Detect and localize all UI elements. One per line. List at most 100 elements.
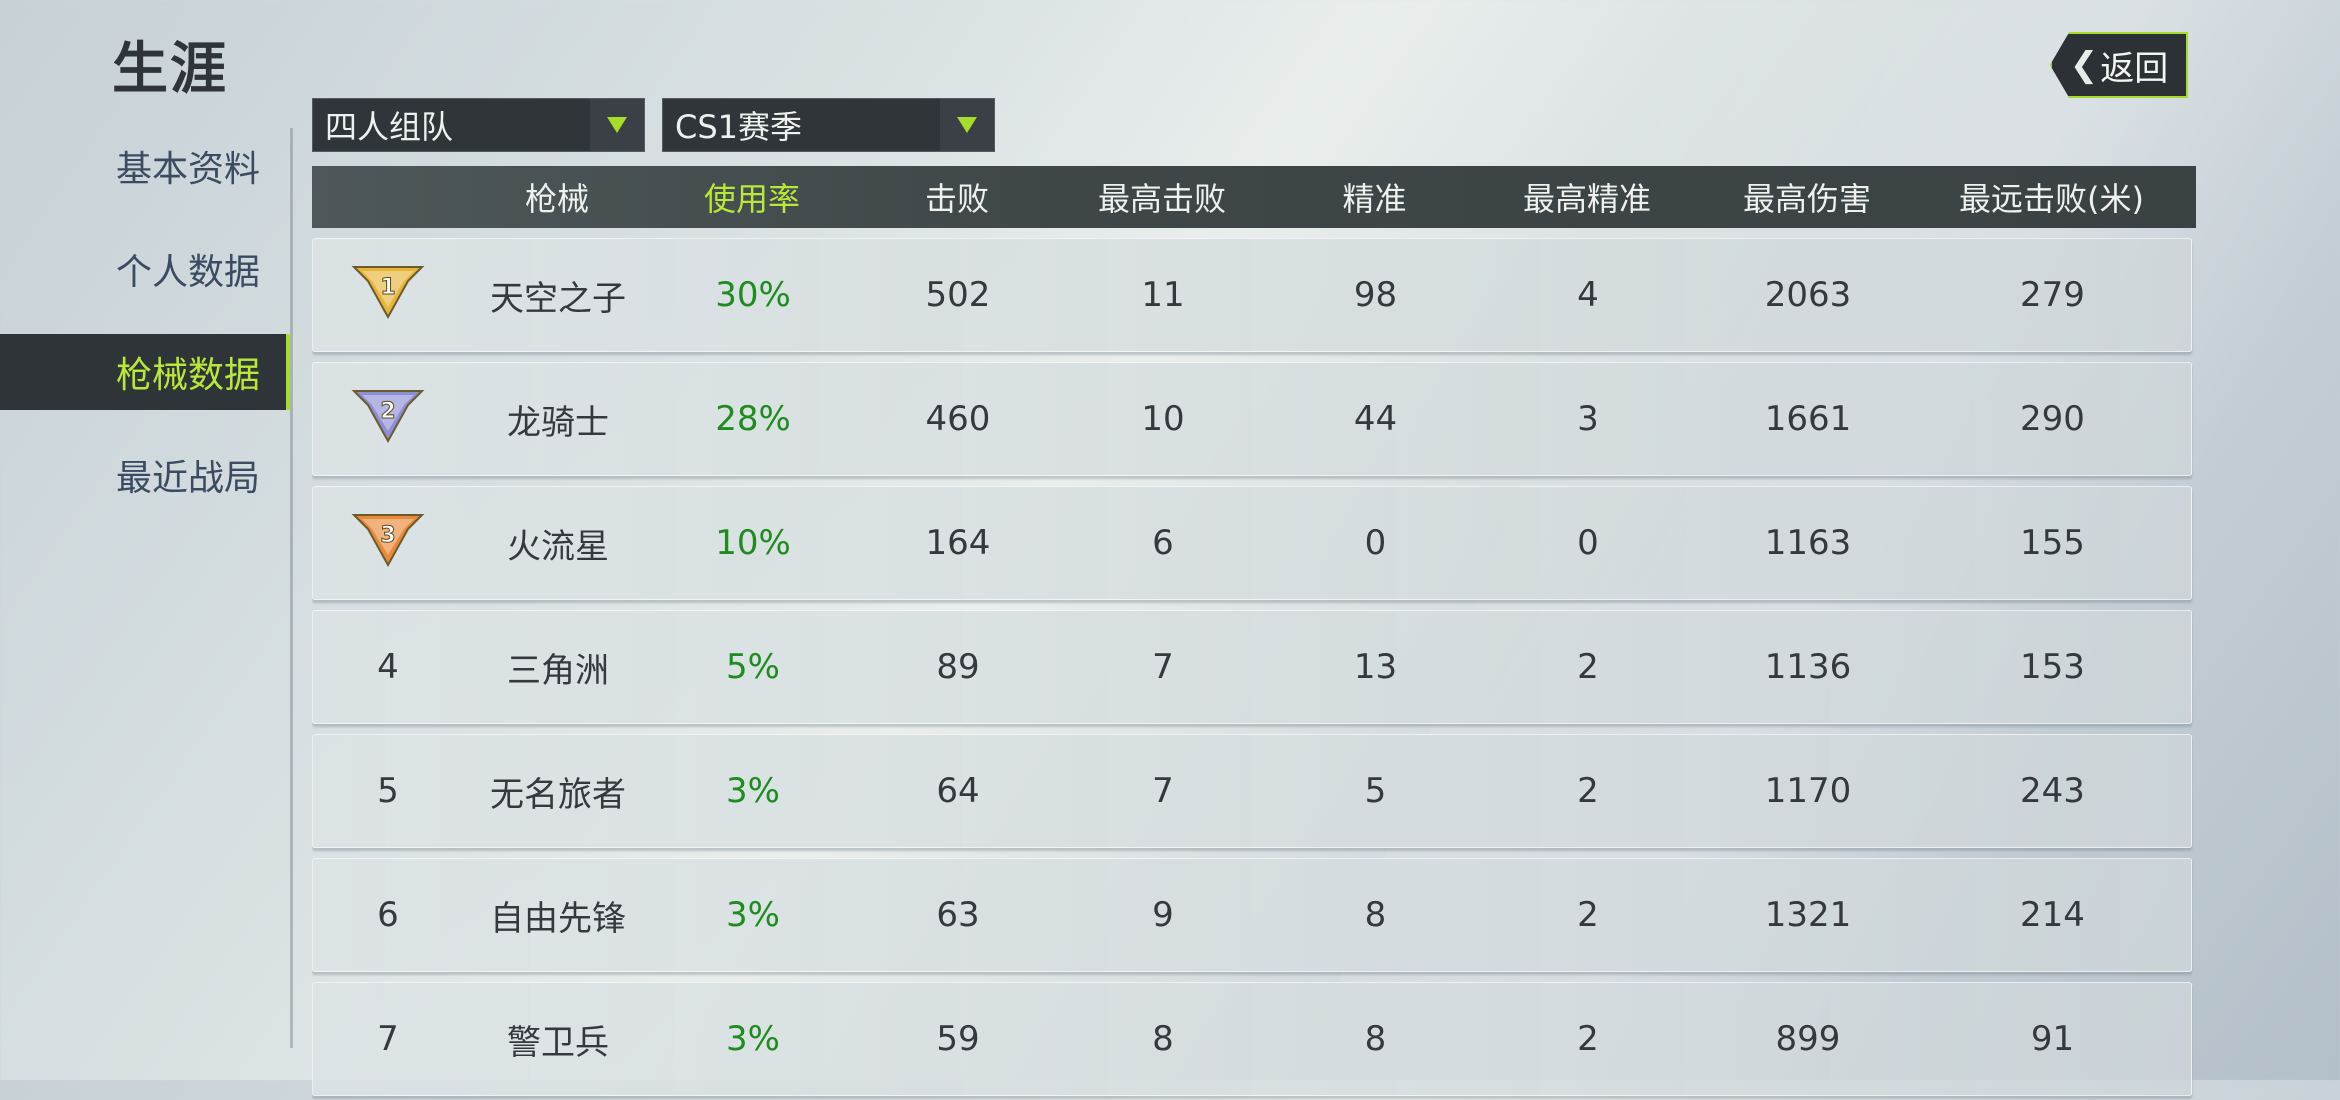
- sidebar-item-recent-matches[interactable]: 最近战局: [0, 437, 290, 513]
- mode-dropdown[interactable]: 四人组队: [312, 98, 645, 152]
- farthest-kill: 91: [2030, 1019, 2075, 1059]
- accuracy: 13: [1353, 647, 1398, 687]
- usage-rate: 3%: [726, 895, 780, 935]
- weapon-name: 三角洲: [507, 650, 609, 691]
- sidebar-item-personal-stats[interactable]: 个人数据: [0, 231, 290, 307]
- weapon-name: 天空之子: [490, 278, 626, 319]
- header-kills[interactable]: 击败: [852, 174, 1062, 220]
- max-damage: 1321: [1764, 895, 1852, 935]
- usage-rate: 3%: [726, 1019, 780, 1059]
- sidebar-item-label: 个人数据: [115, 252, 260, 293]
- header-max-damage[interactable]: 最高伤害: [1687, 174, 1927, 220]
- accuracy: 8: [1364, 895, 1387, 935]
- table-row[interactable]: 2 龙骑士 28% 460 10 44 3 1661 290: [312, 362, 2192, 476]
- page-title: 生涯: [112, 37, 228, 102]
- season-dropdown-value: CS1赛季: [675, 108, 803, 146]
- farthest-kill: 153: [2020, 647, 2085, 687]
- svg-text:2: 2: [380, 399, 395, 424]
- season-dropdown[interactable]: CS1赛季: [662, 98, 995, 152]
- header-farthest-kill[interactable]: 最远击败(米): [1927, 174, 2176, 220]
- weapon-name: 火流星: [507, 526, 609, 567]
- rank-number: 5: [377, 771, 399, 811]
- kills: 63: [936, 895, 980, 935]
- farthest-kill: 279: [2020, 275, 2085, 315]
- max-accuracy: 3: [1577, 399, 1599, 439]
- table-row[interactable]: 7 警卫兵 3% 59 8 8 2 899 91: [312, 982, 2192, 1096]
- table-header: 枪械 使用率 击败 最高击败 精准 最高精准 最高伤害 最远击败(米): [312, 166, 2196, 228]
- dropdown-arrow-icon: [940, 99, 994, 151]
- header-accuracy[interactable]: 精准: [1262, 174, 1487, 220]
- kills: 89: [936, 647, 980, 687]
- rank-number: 6: [377, 895, 399, 935]
- max-damage: 899: [1775, 1019, 1841, 1059]
- max-damage: 1136: [1764, 647, 1852, 687]
- farthest-kill: 243: [2020, 771, 2085, 811]
- table-row[interactable]: 4 三角洲 5% 89 7 13 2 1136 153: [312, 610, 2192, 724]
- weapon-name: 无名旅者: [490, 774, 626, 815]
- mode-dropdown-value: 四人组队: [325, 108, 454, 146]
- sidebar-item-label: 基本资料: [115, 149, 260, 190]
- usage-rate: 5%: [726, 647, 780, 687]
- usage-rate: 28%: [715, 399, 791, 439]
- max-accuracy: 2: [1577, 771, 1599, 811]
- svg-text:1: 1: [380, 275, 395, 300]
- max-damage: 1170: [1764, 771, 1852, 811]
- sidebar-item-label: 最近战局: [115, 458, 260, 499]
- rank-number: 4: [377, 647, 399, 687]
- weapon-stats-table: 枪械 使用率 击败 最高击败 精准 最高精准 最高伤害 最远击败(米) 1 天空之…: [312, 166, 2196, 1100]
- max-damage: 1163: [1764, 523, 1852, 563]
- farthest-kill: 155: [2020, 523, 2085, 563]
- weapon-name: 警卫兵: [507, 1022, 609, 1063]
- max-kills: 7: [1152, 771, 1174, 811]
- max-kills: 10: [1141, 399, 1185, 439]
- kills: 59: [936, 1019, 980, 1059]
- max-accuracy: 4: [1577, 275, 1599, 315]
- header-max-kills[interactable]: 最高击败: [1062, 174, 1262, 220]
- max-accuracy: 2: [1577, 1019, 1599, 1059]
- max-damage: 1661: [1764, 399, 1852, 439]
- max-accuracy: 2: [1577, 895, 1599, 935]
- accuracy: 5: [1364, 771, 1387, 811]
- weapon-name: 自由先锋: [490, 898, 626, 939]
- sidebar-item-label: 枪械数据: [115, 355, 260, 396]
- svg-text:3: 3: [380, 523, 395, 548]
- max-accuracy: 2: [1577, 647, 1599, 687]
- usage-rate: 10%: [715, 523, 791, 563]
- rank-badge-gold-icon: 1: [313, 261, 463, 330]
- header-usage-rate[interactable]: 使用率: [652, 174, 852, 220]
- table-row[interactable]: 1 天空之子 30% 502 11 98 4 2063 279: [312, 238, 2192, 352]
- max-damage: 2063: [1764, 275, 1852, 315]
- table-row[interactable]: 3 火流星 10% 164 6 0 0 1163 155: [312, 486, 2192, 600]
- table-row[interactable]: 5 无名旅者 3% 64 7 5 2 1170 243: [312, 734, 2192, 848]
- rank-badge-silver-icon: 2: [313, 385, 463, 454]
- accuracy: 0: [1364, 523, 1387, 563]
- sidebar: 基本资料 个人数据 枪械数据 最近战局: [0, 128, 290, 540]
- sidebar-item-basic-info[interactable]: 基本资料: [0, 128, 290, 204]
- kills: 164: [925, 523, 991, 563]
- max-kills: 8: [1152, 1019, 1174, 1059]
- farthest-kill: 290: [2020, 399, 2085, 439]
- table-row[interactable]: 6 自由先锋 3% 63 9 8 2 1321 214: [312, 858, 2192, 972]
- sidebar-item-weapon-stats[interactable]: 枪械数据: [0, 334, 290, 410]
- max-accuracy: 0: [1577, 523, 1599, 563]
- accuracy: 44: [1353, 399, 1398, 439]
- kills: 64: [936, 771, 980, 811]
- chevron-left-icon: ❮: [2069, 45, 2099, 85]
- accuracy: 98: [1353, 275, 1398, 315]
- max-kills: 7: [1152, 647, 1174, 687]
- accuracy: 8: [1364, 1019, 1387, 1059]
- header-weapon: 枪械: [524, 180, 589, 218]
- rank-number: 7: [377, 1019, 399, 1059]
- dropdown-arrow-icon: [590, 99, 644, 151]
- usage-rate: 3%: [726, 771, 780, 811]
- usage-rate: 30%: [715, 275, 791, 315]
- max-kills: 11: [1141, 275, 1185, 315]
- sidebar-divider: [290, 128, 293, 1048]
- farthest-kill: 214: [2020, 895, 2085, 935]
- back-button-label: 返回: [2100, 48, 2169, 89]
- table-body[interactable]: 1 天空之子 30% 502 11 98 4 2063 279 2 龙骑士 28% 460 10 44 3 16…: [312, 228, 2196, 1100]
- back-button[interactable]: ❮ 返回: [2050, 32, 2188, 98]
- max-kills: 9: [1152, 895, 1174, 935]
- header-max-accuracy[interactable]: 最高精准: [1487, 174, 1687, 220]
- weapon-name: 龙骑士: [507, 402, 609, 443]
